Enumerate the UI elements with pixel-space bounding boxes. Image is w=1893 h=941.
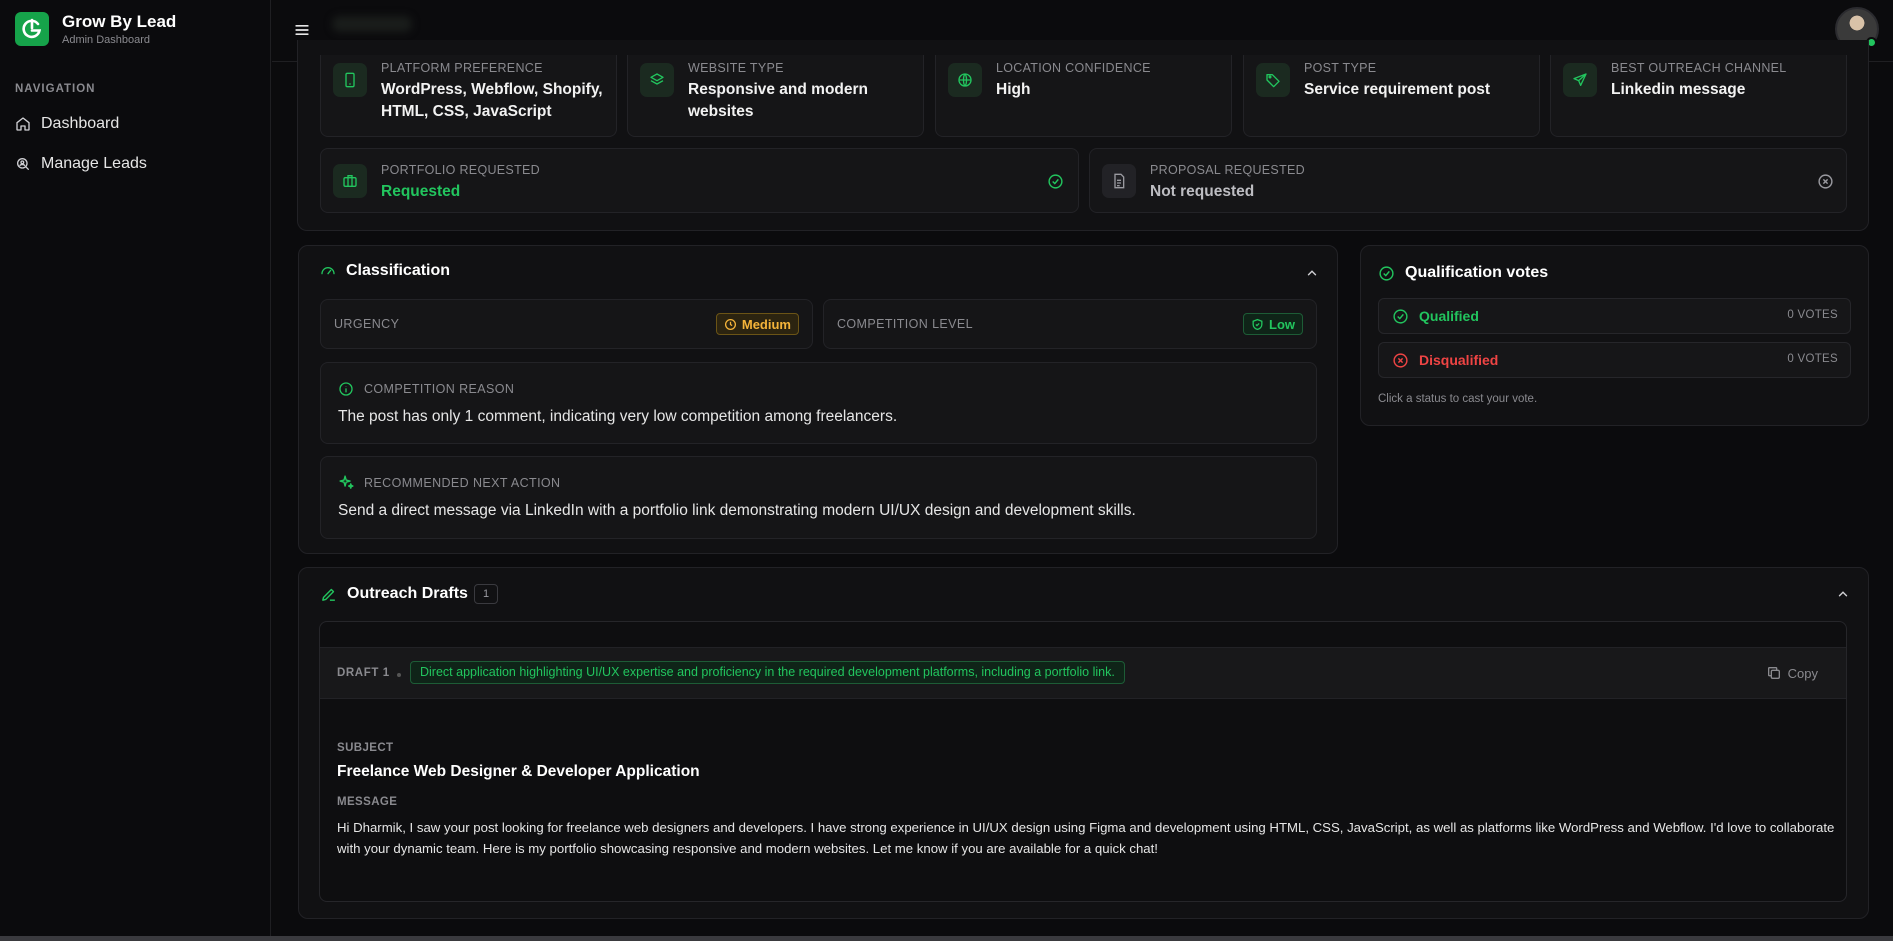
tag-icon: [1256, 63, 1290, 97]
competition-value: Low: [1269, 316, 1295, 332]
shield-icon: [1252, 318, 1263, 330]
check-circle-icon: [1379, 265, 1394, 281]
urgency-label: URGENCY: [334, 317, 400, 331]
message-text: Hi Dharmik, I saw your post looking for …: [337, 820, 1835, 856]
info-label: WEBSITE TYPE: [688, 61, 784, 75]
subject-label: SUBJECT: [337, 742, 394, 754]
competition-card: COMPETITION LEVEL Low: [823, 299, 1317, 349]
menu-icon[interactable]: [292, 20, 312, 40]
info-label: PROPOSAL REQUESTED: [1150, 163, 1305, 177]
post-type-card: POST TYPE Service requirement post: [1243, 55, 1540, 137]
info-value: High: [996, 81, 1031, 98]
info-label: POST TYPE: [1304, 61, 1377, 75]
nav-heading: NAVIGATION: [15, 83, 96, 95]
search-leads-icon: [17, 158, 29, 170]
copy-label: Copy: [1787, 665, 1818, 681]
x-circle-icon: [1393, 353, 1408, 368]
votes-title: Qualification votes: [1378, 264, 1548, 282]
info-value: Linkedin message: [1611, 81, 1746, 98]
draft-number: DRAFT 1: [337, 667, 390, 679]
qualification-votes-panel: Qualification votes Qualified 0 VOTES Di…: [1360, 245, 1869, 426]
separator-dot: [397, 673, 401, 677]
x-circle-icon: [1818, 174, 1833, 189]
vote-count: 0 VOTES: [1787, 353, 1838, 365]
votes-hint: Click a status to cast your vote.: [1378, 393, 1538, 405]
portfolio-requested-card: PORTFOLIO REQUESTED Requested: [320, 148, 1079, 213]
draft-card: DRAFT 1 Direct application highlighting …: [319, 621, 1847, 902]
draft-header: DRAFT 1 Direct application highlighting …: [320, 647, 1846, 699]
copy-button[interactable]: Copy: [1766, 665, 1818, 681]
sparkles-icon: [339, 475, 354, 489]
info-value: WordPress, Webflow, Shopify, HTML, CSS, …: [381, 81, 603, 120]
competition-label: COMPETITION LEVEL: [837, 317, 973, 331]
next-action-card: RECOMMENDED NEXT ACTION Send a direct me…: [320, 456, 1317, 539]
info-label: PLATFORM PREFERENCE: [381, 61, 543, 75]
competition-reason-label: COMPETITION REASON: [364, 382, 515, 396]
location-confidence-card: LOCATION CONFIDENCE High: [935, 55, 1232, 137]
check-circle-icon: [1048, 174, 1063, 189]
chevron-up-icon[interactable]: [1836, 587, 1850, 601]
website-type-card: WEBSITE TYPE Responsive and modern websi…: [627, 55, 924, 137]
urgency-card: URGENCY Medium: [320, 299, 813, 349]
info-value: Not requested: [1150, 183, 1255, 200]
info-label: LOCATION CONFIDENCE: [996, 61, 1151, 75]
layers-icon: [640, 63, 674, 97]
proposal-requested-card: PROPOSAL REQUESTED Not requested: [1089, 148, 1847, 213]
section-title-text: Outreach Drafts: [347, 585, 468, 602]
info-icon: [339, 382, 353, 396]
check-circle-icon: [1393, 309, 1408, 324]
sidebar-item-manage-leads[interactable]: Manage Leads: [15, 152, 147, 176]
brand-logo-icon: [15, 12, 49, 46]
drafts-count-badge: 1: [474, 584, 498, 604]
classification-panel: Classification URGENCY Medium COMPETITIO…: [298, 245, 1338, 554]
vote-count: 0 VOTES: [1787, 309, 1838, 321]
brand-title: Grow By Lead: [62, 12, 177, 31]
message-label: MESSAGE: [337, 796, 398, 808]
info-value: Requested: [381, 183, 461, 200]
vote-label: Disqualified: [1419, 352, 1499, 368]
info-label: PORTFOLIO REQUESTED: [381, 163, 540, 177]
info-value: Service requirement post: [1304, 81, 1491, 98]
section-title-text: Qualification votes: [1405, 264, 1549, 281]
urgency-badge: Medium: [715, 313, 799, 335]
competition-reason-text: The post has only 1 comment, indicating …: [338, 408, 898, 425]
chevron-up-icon[interactable]: [1305, 266, 1319, 280]
document-icon: [1102, 164, 1136, 198]
copy-icon: [1767, 667, 1780, 679]
outreach-title: Outreach Drafts: [320, 585, 468, 603]
sidebar-item-label: Dashboard: [41, 115, 120, 132]
urgency-value: Medium: [741, 316, 791, 332]
sidebar-item-dashboard[interactable]: Dashboard: [15, 112, 119, 136]
info-label: BEST OUTREACH CHANNEL: [1611, 61, 1787, 75]
pencil-icon: [322, 588, 335, 601]
draft-strategy-tag: Direct application highlighting UI/UX ex…: [410, 661, 1125, 684]
globe-icon: [948, 63, 982, 97]
send-icon: [1563, 63, 1597, 97]
classification-title: Classification: [320, 262, 450, 280]
brand-subtitle: Admin Dashboard: [62, 34, 151, 46]
smartphone-icon: [333, 63, 367, 97]
section-title-text: Classification: [346, 262, 451, 279]
horizontal-scrollbar[interactable]: [0, 936, 1893, 941]
briefcase-icon: [333, 164, 367, 198]
brand[interactable]: Grow By Lead Admin Dashboard: [15, 12, 176, 46]
vote-label: Qualified: [1419, 308, 1479, 324]
sidebar: Grow By Lead Admin Dashboard NAVIGATION …: [0, 0, 271, 941]
next-action-text: Send a direct message via LinkedIn with …: [338, 502, 1136, 519]
subject-text: Freelance Web Designer & Developer Appli…: [337, 763, 700, 780]
vote-disqualified-button[interactable]: Disqualified 0 VOTES: [1378, 342, 1851, 378]
home-icon: [16, 117, 30, 131]
clock-icon: [724, 318, 736, 330]
sidebar-item-label: Manage Leads: [41, 155, 147, 172]
info-value: Responsive and modern websites: [688, 81, 869, 120]
competition-reason-card: COMPETITION REASON The post has only 1 c…: [320, 362, 1317, 444]
next-action-label: RECOMMENDED NEXT ACTION: [364, 476, 561, 490]
blurred-breadcrumb: [332, 16, 412, 32]
outreach-channel-card: BEST OUTREACH CHANNEL Linkedin message: [1550, 55, 1847, 137]
competition-badge: Low: [1243, 313, 1303, 335]
platform-preference-card: PLATFORM PREFERENCE WordPress, Webflow, …: [320, 55, 617, 137]
gauge-icon: [321, 267, 335, 275]
vote-qualified-button[interactable]: Qualified 0 VOTES: [1378, 298, 1851, 334]
